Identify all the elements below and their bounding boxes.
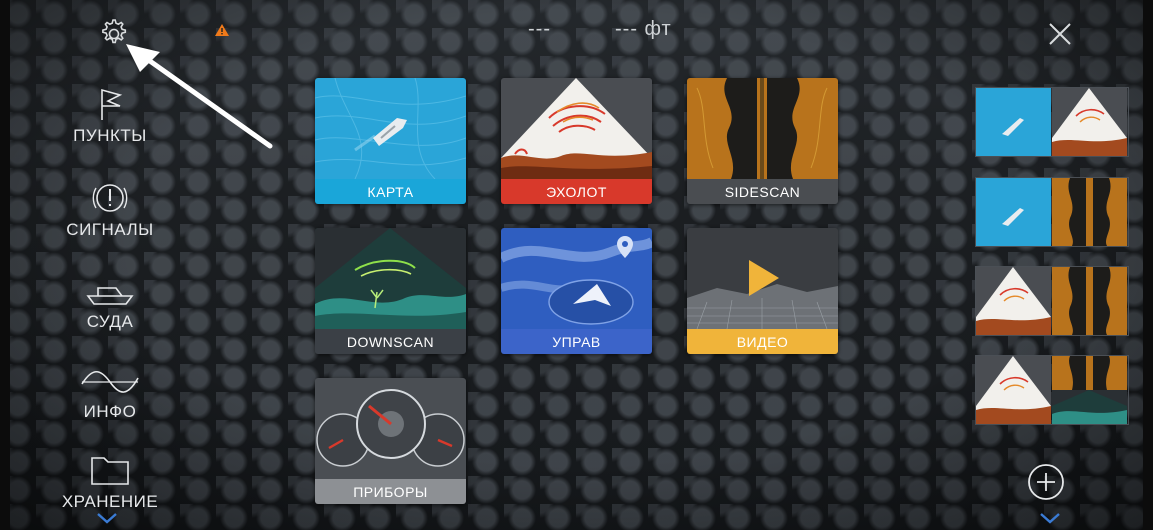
plus-circle-icon[interactable] (1026, 462, 1066, 502)
alarm-icon (92, 184, 128, 212)
sidescan-downscan-thumb-icon (1052, 356, 1127, 424)
sonar-preview-icon (501, 78, 652, 179)
app-tile-gauges[interactable]: ПРИБОРЫ (315, 378, 466, 504)
sonar-thumb-icon (976, 267, 1051, 335)
tile-label: УПРАВ (501, 329, 652, 354)
flag-icon (101, 88, 123, 120)
boat-icon (86, 287, 134, 305)
sonar-thumb-icon (976, 356, 1051, 424)
sidebar-item-storage[interactable]: ХРАНЕНИЕ (40, 452, 180, 512)
split-page-sonar-sidescan-downscan[interactable] (975, 355, 1129, 425)
sidebar-item-label: ХРАНЕНИЕ (61, 492, 159, 511)
app-tile-navigation[interactable]: УПРАВ (501, 228, 652, 354)
sidebar-item-label: СУДА (86, 312, 134, 331)
gauges-preview-icon (315, 378, 466, 479)
chevron-down-icon[interactable] (96, 512, 118, 524)
chart-thumb-icon (976, 88, 1051, 156)
sidebar-item-vessels[interactable]: СУДА (40, 274, 180, 332)
sidebar-item-label: ПУНКТЫ (73, 126, 147, 145)
app-tile-downscan[interactable]: DOWNSCAN (315, 228, 466, 354)
sonar-thumb-icon (1052, 88, 1127, 156)
chart-thumb-icon (976, 178, 1051, 246)
depth-placeholder: --- (528, 18, 551, 40)
video-preview-icon (687, 228, 838, 329)
folder-icon (91, 457, 129, 485)
sidebar-item-label: ИНФО (83, 402, 137, 421)
tile-label: DOWNSCAN (315, 329, 466, 354)
app-tile-sonar[interactable]: ЭХОЛОТ (501, 78, 652, 204)
downscan-preview-icon (315, 228, 466, 329)
sidescan-thumb-icon (1052, 178, 1127, 246)
chart-preview-icon (315, 78, 466, 179)
frame-left (0, 0, 10, 530)
sidescan-preview-icon (687, 78, 838, 179)
app-tile-sidescan[interactable]: SIDESCAN (687, 78, 838, 204)
app-tile-chart[interactable]: КАРТА (315, 78, 466, 204)
close-icon[interactable] (1040, 14, 1080, 54)
split-page-chart-sidescan[interactable] (975, 177, 1129, 247)
sidebar-item-alarms[interactable]: СИГНАЛЫ (40, 180, 180, 240)
chevron-down-icon[interactable] (1039, 512, 1061, 524)
warning-icon (215, 24, 229, 36)
wave-icon (81, 370, 139, 393)
split-page-chart-sonar[interactable] (975, 87, 1129, 157)
split-page-sonar-sidescan[interactable] (975, 266, 1129, 336)
tile-label: ЭХОЛОТ (501, 179, 652, 204)
frame-right (1143, 0, 1153, 530)
tile-label: ВИДЕО (687, 329, 838, 354)
tile-label: SIDESCAN (687, 179, 838, 204)
navigation-preview-icon (501, 228, 652, 329)
sidebar-item-points[interactable]: ПУНКТЫ (40, 86, 180, 146)
tile-label: ПРИБОРЫ (315, 479, 466, 504)
sidebar-item-info[interactable]: ИНФО (40, 364, 180, 422)
sidebar-item-label: СИГНАЛЫ (66, 220, 154, 239)
app-tile-video[interactable]: ВИДЕО (687, 228, 838, 354)
tile-label: КАРТА (315, 179, 466, 204)
sidescan-thumb-icon (1052, 267, 1127, 335)
depth-value: --- фт (615, 18, 672, 40)
